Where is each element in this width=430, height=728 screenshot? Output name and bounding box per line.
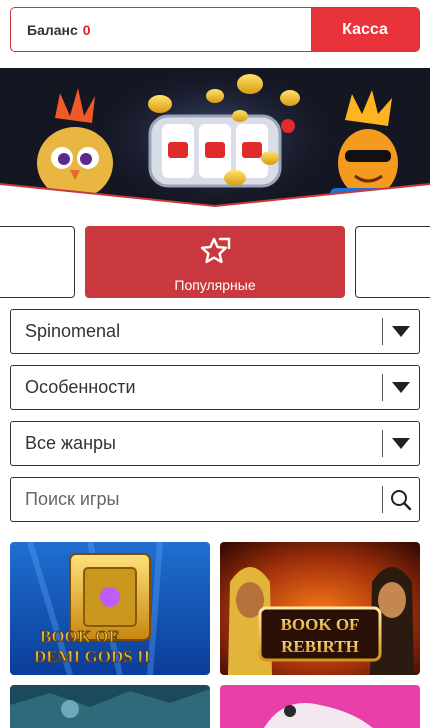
cashier-button[interactable]: Касса bbox=[311, 8, 419, 51]
game-title-line2: DEMI GODS II bbox=[34, 647, 151, 666]
game-tile-3[interactable] bbox=[10, 685, 210, 728]
provider-select[interactable]: Spinomenal bbox=[10, 309, 420, 354]
balance-bar: Баланс 0 Касса bbox=[10, 7, 420, 52]
chevron-down-icon bbox=[383, 366, 419, 409]
game-tile-book-of-demi-gods-2[interactable]: BOOK OF DEMI GODS II bbox=[10, 542, 210, 675]
game-artwork bbox=[220, 685, 420, 728]
balance-info: Баланс 0 bbox=[11, 8, 311, 51]
game-tile-4[interactable] bbox=[220, 685, 420, 728]
game-title-line1: BOOK OF bbox=[40, 627, 119, 646]
game-title-line2: REBIRTH bbox=[281, 637, 359, 656]
genres-select[interactable]: Все жанры bbox=[10, 421, 420, 466]
search-icon[interactable] bbox=[383, 478, 419, 521]
game-artwork: BOOK OF REBIRTH bbox=[220, 542, 420, 675]
game-search bbox=[10, 477, 420, 522]
game-artwork: BOOK OF DEMI GODS II bbox=[10, 542, 210, 675]
search-input[interactable] bbox=[11, 478, 382, 521]
game-tile-book-of-rebirth[interactable]: BOOK OF REBIRTH bbox=[220, 542, 420, 675]
category-tabs: Популярные bbox=[0, 226, 430, 298]
provider-select-value: Spinomenal bbox=[25, 321, 121, 341]
game-title-line1: BOOK OF bbox=[281, 615, 360, 634]
promo-banner[interactable] bbox=[0, 68, 430, 208]
genres-select-value: Все жанры bbox=[25, 433, 116, 453]
chevron-down-icon bbox=[383, 310, 419, 353]
category-tab-next[interactable] bbox=[355, 226, 430, 298]
game-artwork bbox=[10, 685, 210, 728]
slot-machine-icon bbox=[148, 114, 295, 188]
page: Баланс 0 Касса Популярные Spinomenal Осо… bbox=[0, 0, 430, 728]
category-tab-prev[interactable] bbox=[0, 226, 75, 298]
balance-label: Баланс bbox=[27, 21, 78, 38]
category-tab-popular[interactable]: Популярные bbox=[85, 226, 345, 298]
chevron-down-icon bbox=[383, 422, 419, 465]
category-tab-label: Популярные bbox=[174, 277, 256, 293]
balance-amount: 0 bbox=[82, 21, 91, 38]
star-arrow-icon bbox=[200, 237, 231, 264]
banner-artwork bbox=[0, 68, 430, 208]
features-select-value: Особенности bbox=[25, 377, 136, 397]
features-select[interactable]: Особенности bbox=[10, 365, 420, 410]
